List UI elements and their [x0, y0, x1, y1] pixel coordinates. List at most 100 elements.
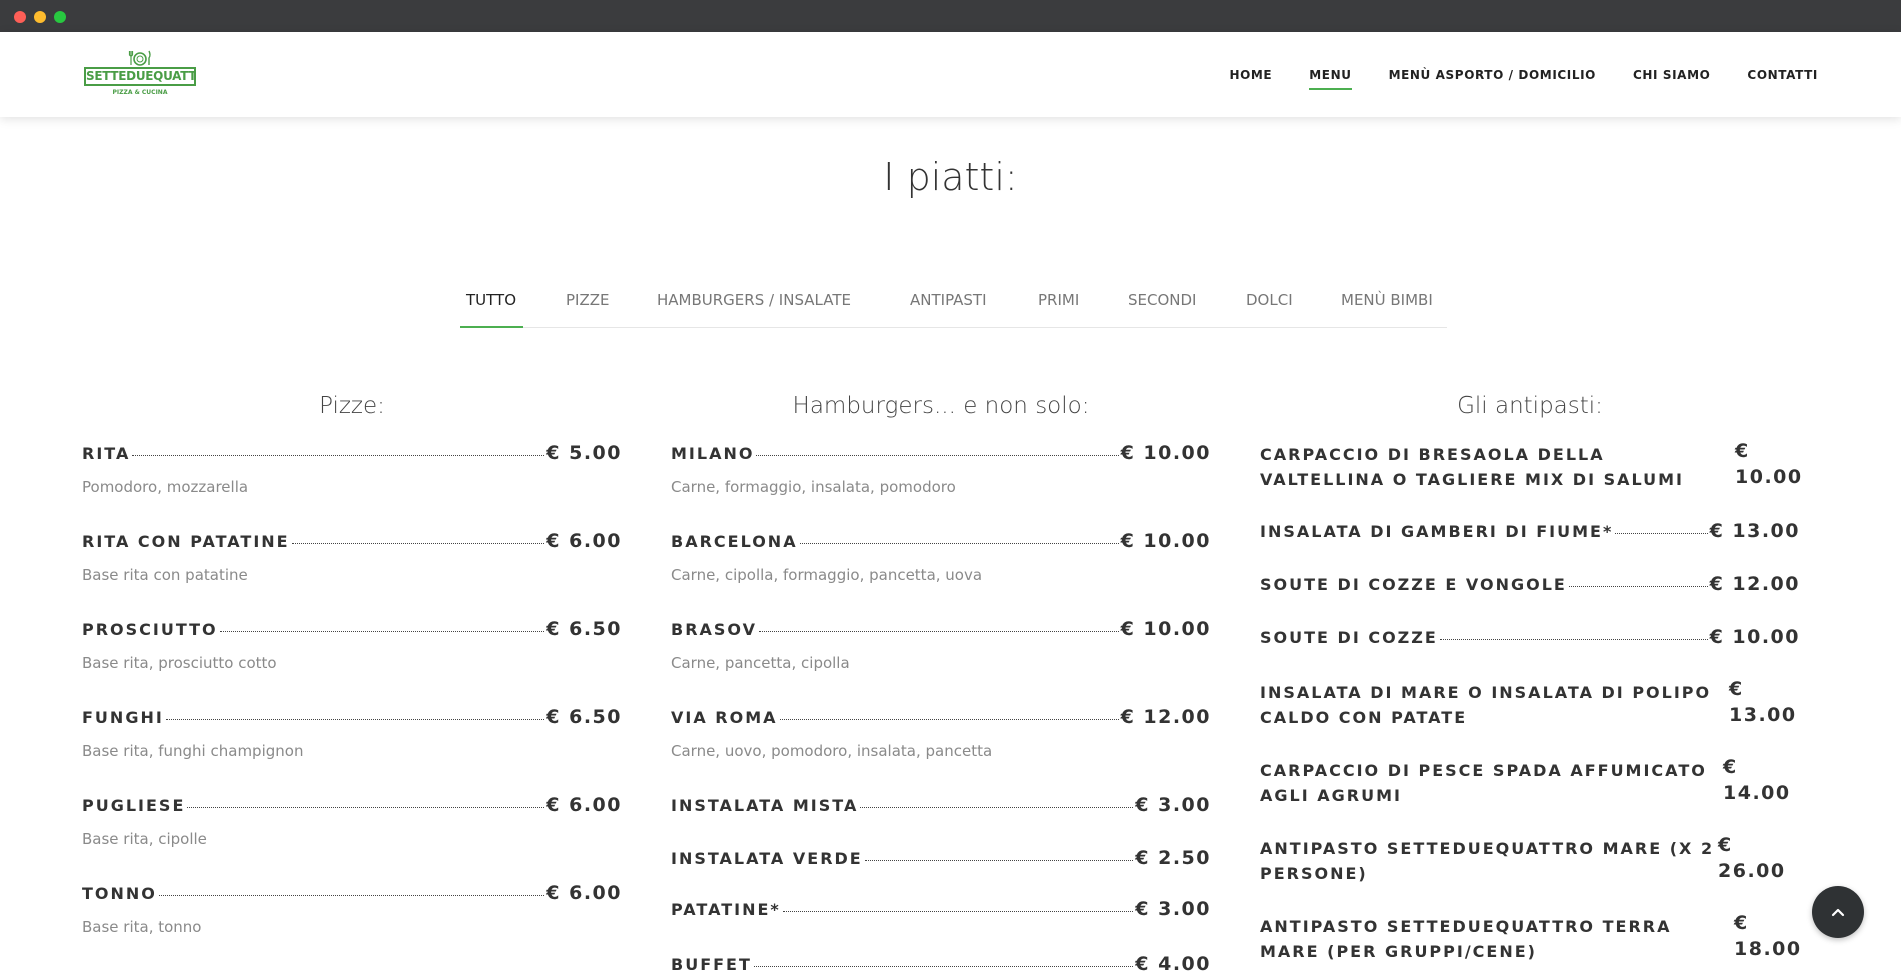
item-name: RITA CON PATATINE	[82, 532, 290, 551]
item-name: TONNO	[82, 884, 157, 903]
item-description: Pomodoro, mozzarella	[82, 478, 249, 496]
dot-leader	[799, 543, 1119, 544]
item-name: ANTIPASTO SETTEDUEQUATTRO TERRA MARE (PE…	[1260, 917, 1672, 961]
tab-tutto[interactable]: TUTTO	[466, 291, 516, 309]
item-name: BARCELONA	[671, 532, 798, 551]
menu-item: ANTIPASTO SETTEDUEQUATTRO MARE (X 2 PERS…	[1260, 834, 1800, 888]
item-description: Carne, formaggio, insalata, pomodoro	[671, 478, 956, 496]
menu-item: ANTIPASTO SETTEDUEQUATTRO TERRA MARE (PE…	[1260, 912, 1800, 966]
item-price: €18.00	[1734, 912, 1802, 960]
item-price: € 13.00	[1709, 520, 1800, 542]
item-price: €10.00	[1735, 440, 1803, 488]
dot-leader	[1568, 586, 1708, 587]
fork-knife-plate-icon	[128, 50, 151, 66]
item-name: FUNGHI	[82, 708, 164, 727]
item-name: PUGLIESE	[82, 796, 186, 815]
item-description: Carne, pancetta, cipolla	[671, 654, 850, 672]
tab-pizze[interactable]: PIZZE	[566, 291, 610, 309]
dot-leader	[864, 860, 1134, 861]
menu-item: INSALATA DI MARE O INSALATA DI POLIPO CA…	[1260, 678, 1800, 732]
item-description: Carne, cipolla, formaggio, pancetta, uov…	[671, 566, 983, 584]
item-price: € 12.00	[1709, 573, 1800, 595]
nav-chi-siamo[interactable]: CHI SIAMO	[1633, 68, 1710, 82]
active-tab-indicator	[460, 326, 523, 328]
item-name: PROSCIUTTO	[82, 620, 218, 639]
tab-primi[interactable]: PRIMI	[1038, 291, 1079, 309]
item-name: SOUTE DI COZZE E VONGOLE	[1260, 575, 1567, 594]
item-price: € 4.00	[1135, 953, 1211, 973]
menu-item: CARPACCIO DI BRESAOLA DELLA VALTELLINA O…	[1260, 440, 1801, 494]
dot-leader	[291, 543, 545, 544]
item-name: VIA ROMA	[671, 708, 778, 727]
dot-leader	[756, 455, 1119, 456]
dot-leader	[779, 719, 1119, 720]
dot-leader	[158, 895, 545, 896]
item-price: € 6.50	[546, 618, 622, 640]
item-price: € 10.00	[1709, 626, 1800, 648]
item-price: € 12.00	[1120, 706, 1211, 728]
item-price: € 2.50	[1135, 847, 1211, 869]
item-name: INSTALATA VERDE	[671, 849, 863, 868]
item-price: € 3.00	[1135, 794, 1211, 816]
item-name: BRASOV	[671, 620, 757, 639]
tab-antipasti[interactable]: ANTIPASTI	[910, 291, 987, 309]
tab-hamburgers-insalate[interactable]: HAMBURGERS / INSALATE	[657, 291, 851, 309]
item-name: PATATINE*	[671, 900, 781, 919]
window-titlebar	[0, 0, 1901, 32]
dot-leader	[782, 911, 1134, 912]
tab-dolci[interactable]: DOLCI	[1246, 291, 1293, 309]
logo-wordmark: SETTEDUEQUATTRO	[84, 67, 196, 86]
main-navigation: HOME MENU MENÙ ASPORTO / DOMICILIO CHI S…	[1229, 32, 1818, 117]
tab-menu-bimbi[interactable]: MENÙ BIMBI	[1341, 291, 1433, 309]
item-name: BUFFET	[671, 955, 752, 973]
dot-leader	[753, 966, 1134, 967]
item-name: INSALATA DI GAMBERI DI FIUME*	[1260, 522, 1614, 541]
item-description: Base rita, tonno	[82, 918, 202, 936]
item-price: € 10.00	[1120, 442, 1211, 464]
nav-menu[interactable]: MENU	[1309, 68, 1352, 90]
dot-leader	[860, 807, 1134, 808]
menu-item: CARPACCIO DI PESCE SPADA AFFUMICATO AGLI…	[1260, 756, 1800, 810]
item-price: €14.00	[1723, 756, 1791, 804]
page-title: I piatti:	[883, 155, 1018, 199]
item-description: Carne, uovo, pomodoro, insalata, pancett…	[671, 742, 993, 760]
item-name: SOUTE DI COZZE	[1260, 628, 1438, 647]
site-logo[interactable]: SETTEDUEQUATTRO PIZZA & CUCINA	[84, 50, 196, 100]
item-description: Base rita, funghi champignon	[82, 742, 304, 760]
item-name: CARPACCIO DI BRESAOLA DELLA VALTELLINA O…	[1260, 445, 1684, 489]
item-price: € 3.00	[1135, 898, 1211, 920]
item-price: € 6.00	[546, 794, 622, 816]
logo-tagline: PIZZA & CUCINA	[112, 89, 168, 96]
back-to-top-button[interactable]	[1812, 886, 1864, 938]
site-header: SETTEDUEQUATTRO PIZZA & CUCINA HOME MENU…	[0, 32, 1901, 117]
maximize-window-button[interactable]	[54, 11, 66, 23]
item-description: Base rita, prosciutto cotto	[82, 654, 277, 672]
dot-leader	[1615, 533, 1708, 534]
dot-leader	[1439, 639, 1708, 640]
menu-filter-tabs: TUTTO PIZZE HAMBURGERS / INSALATE ANTIPA…	[460, 285, 1447, 328]
item-name: INSTALATA MISTA	[671, 796, 859, 815]
nav-menu-asporto[interactable]: MENÙ ASPORTO / DOMICILIO	[1389, 68, 1596, 82]
item-name: RITA	[82, 444, 131, 463]
nav-home[interactable]: HOME	[1229, 68, 1272, 82]
dot-leader	[758, 631, 1119, 632]
item-price: €26.00	[1718, 834, 1786, 882]
dot-leader	[132, 455, 545, 456]
nav-contatti[interactable]: CONTATTI	[1747, 68, 1818, 82]
close-window-button[interactable]	[14, 11, 26, 23]
item-price: € 6.50	[546, 706, 622, 728]
section-title-hamburgers: Hamburgers... e non solo:	[792, 393, 1090, 419]
section-title-pizze: Pizze:	[319, 393, 385, 419]
item-price: € 6.00	[546, 530, 622, 552]
chevron-up-icon	[1831, 908, 1845, 917]
dot-leader	[187, 807, 545, 808]
dot-leader	[219, 631, 545, 632]
item-description: Base rita, cipolle	[82, 830, 207, 848]
item-name: CARPACCIO DI PESCE SPADA AFFUMICATO AGLI…	[1260, 761, 1707, 805]
item-name: MILANO	[671, 444, 755, 463]
tab-secondi[interactable]: SECONDI	[1128, 291, 1196, 309]
dot-leader	[165, 719, 545, 720]
section-title-antipasti: Gli antipasti:	[1457, 393, 1603, 419]
item-price: €13.00	[1729, 678, 1797, 726]
minimize-window-button[interactable]	[34, 11, 46, 23]
